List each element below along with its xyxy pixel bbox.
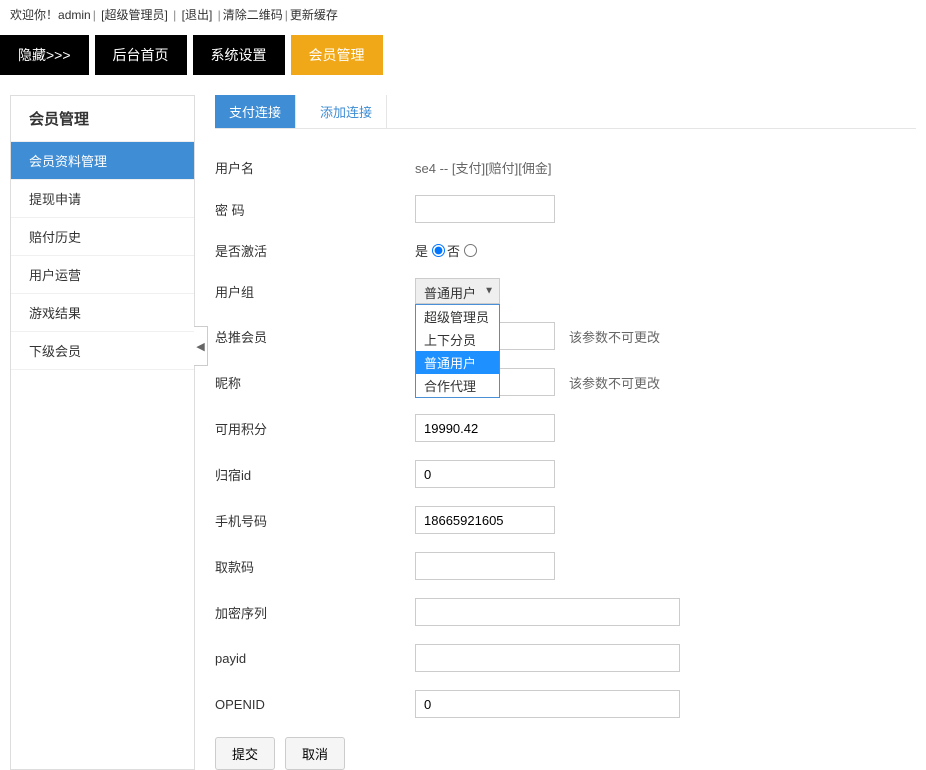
username-link[interactable]: admin <box>58 8 91 22</box>
nav-hide-button[interactable]: 隐藏>>> <box>0 35 89 75</box>
username-value: se4 -- [支付][赔付][佣金] <box>415 158 552 177</box>
activate-yes-radio[interactable] <box>432 244 445 257</box>
phone-label: 手机号码 <box>215 511 415 530</box>
nav-settings-button[interactable]: 系统设置 <box>193 35 285 75</box>
sidebar-item-compensation[interactable]: 赔付历史 <box>11 218 194 256</box>
dropdown-item-partner-agent[interactable]: 合作代理 <box>416 374 499 397</box>
tab-add-link[interactable]: 添加连接 <box>306 95 387 128</box>
sidebar-title: 会员管理 <box>11 96 194 142</box>
tab-payment-link[interactable]: 支付连接 <box>215 95 296 128</box>
withdraw-code-label: 取款码 <box>215 557 415 576</box>
points-label: 可用积分 <box>215 419 415 438</box>
form: 用户名 se4 -- [支付][赔付][佣金] 密 码 是否激活 是 否 <box>215 149 916 770</box>
sidebar: 会员管理 会员资料管理 提现申请 赔付历史 用户运营 游戏结果 下级会员 ◀ <box>10 95 195 770</box>
phone-input[interactable] <box>415 506 555 534</box>
nav-buttons: 隐藏>>> 后台首页 系统设置 会员管理 <box>0 29 926 81</box>
group-select[interactable]: 普通用户 <box>415 278 500 304</box>
points-input[interactable] <box>415 414 555 442</box>
cancel-button[interactable]: 取消 <box>285 737 345 770</box>
total-member-label: 总推会员 <box>215 327 415 346</box>
password-input[interactable] <box>415 195 555 223</box>
nav-home-button[interactable]: 后台首页 <box>95 35 187 75</box>
activate-label: 是否激活 <box>215 241 415 260</box>
openid-label: OPENID <box>215 697 415 712</box>
home-id-label: 归宿id <box>215 465 415 484</box>
payid-input[interactable] <box>415 644 680 672</box>
submit-button[interactable]: 提交 <box>215 737 275 770</box>
sidebar-item-member-info[interactable]: 会员资料管理 <box>11 142 194 180</box>
logout-link[interactable]: [退出] <box>182 8 213 22</box>
sidebar-item-game-results[interactable]: 游戏结果 <box>11 294 194 332</box>
activate-no-radio[interactable] <box>464 244 477 257</box>
withdraw-code-input[interactable] <box>415 552 555 580</box>
group-select-wrap: 普通用户 ▼ 超级管理员 上下分员 普通用户 合作代理 <box>415 278 500 304</box>
home-id-input[interactable] <box>415 460 555 488</box>
activate-yes-label: 是 <box>415 241 428 260</box>
encrypt-label: 加密序列 <box>215 603 415 622</box>
sidebar-item-operations[interactable]: 用户运营 <box>11 256 194 294</box>
password-label: 密 码 <box>215 200 415 219</box>
dropdown-item-super-admin[interactable]: 超级管理员 <box>416 305 499 328</box>
payid-label: payid <box>215 651 415 666</box>
sidebar-item-withdraw[interactable]: 提现申请 <box>11 180 194 218</box>
nickname-hint: 该参数不可更改 <box>569 373 660 392</box>
nav-members-button[interactable]: 会员管理 <box>291 35 383 75</box>
openid-input[interactable] <box>415 690 680 718</box>
group-dropdown: 超级管理员 上下分员 普通用户 合作代理 <box>415 304 500 398</box>
dropdown-item-updown[interactable]: 上下分员 <box>416 328 499 351</box>
total-member-hint: 该参数不可更改 <box>569 327 660 346</box>
activate-no-label: 否 <box>447 241 460 260</box>
chevron-left-icon: ◀ <box>196 340 204 353</box>
tabs: 支付连接 添加连接 <box>215 95 916 129</box>
top-bar: 欢迎你！admin| [超级管理员] | [退出] |清除二维码|更新缓存 <box>0 0 926 29</box>
clear-qr-link[interactable]: 清除二维码 <box>223 8 283 22</box>
username-label: 用户名 <box>215 158 415 177</box>
refresh-cache-link[interactable]: 更新缓存 <box>290 8 338 22</box>
nickname-label: 昵称 <box>215 373 415 392</box>
dropdown-item-normal-user[interactable]: 普通用户 <box>416 351 499 374</box>
group-label: 用户组 <box>215 282 415 301</box>
role-text: [超级管理员] <box>101 8 168 22</box>
encrypt-input[interactable] <box>415 598 680 626</box>
welcome-text: 欢迎你！ <box>10 8 58 22</box>
sidebar-collapse-button[interactable]: ◀ <box>194 326 208 366</box>
sidebar-item-sub-members[interactable]: 下级会员 <box>11 332 194 370</box>
content: 支付连接 添加连接 用户名 se4 -- [支付][赔付][佣金] 密 码 是否… <box>215 95 916 770</box>
